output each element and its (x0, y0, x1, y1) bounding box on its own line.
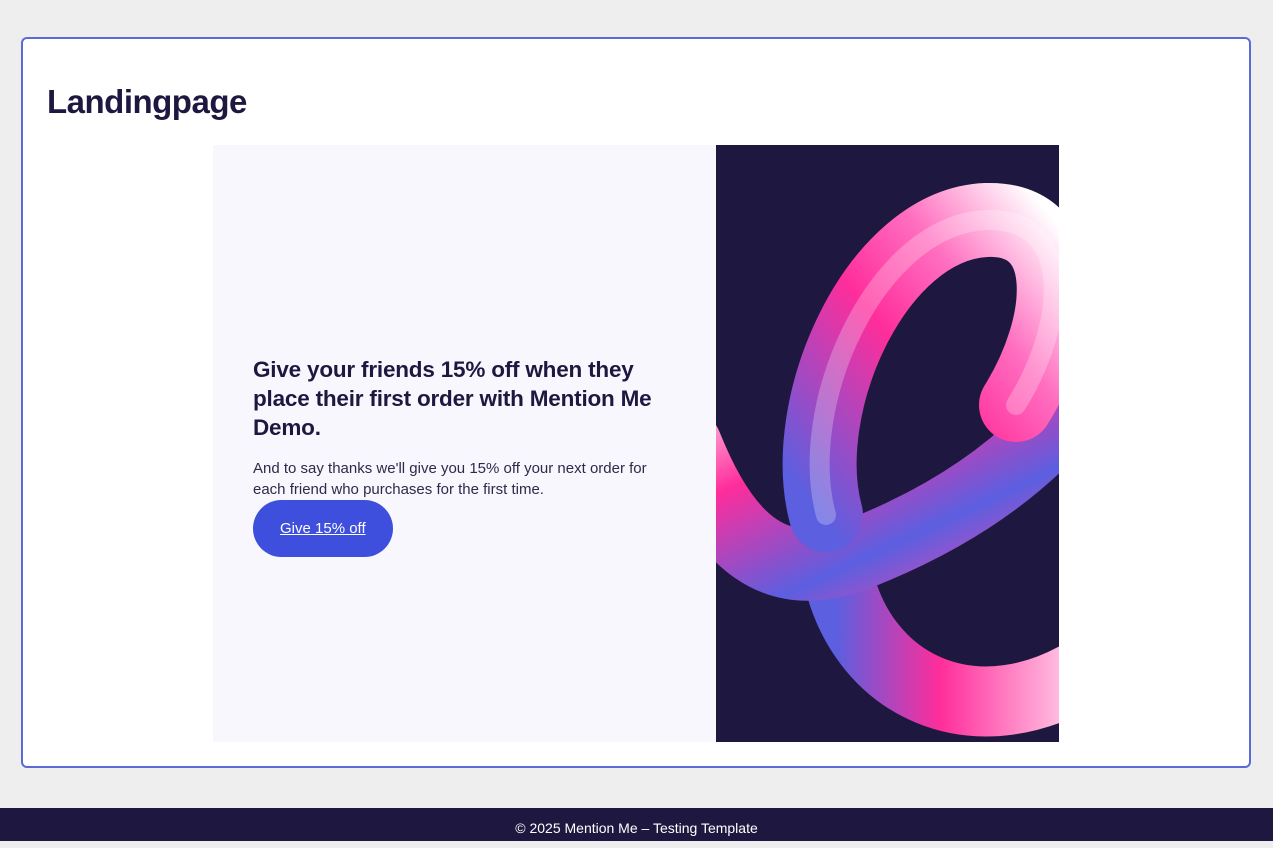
give-discount-button[interactable]: Give 15% off (253, 500, 393, 557)
page-footer: © 2025 Mention Me – Testing Template (0, 808, 1273, 841)
banner-content: Give your friends 15% off when they plac… (253, 355, 678, 557)
banner-text-panel: Give your friends 15% off when they plac… (213, 145, 716, 742)
template-frame: Landingpage Give your friends 15% off wh… (21, 37, 1251, 768)
page-title: Landingpage (47, 83, 247, 120)
banner-body: And to say thanks we'll give you 15% off… (253, 460, 647, 498)
banner-headline: Give your friends 15% off when they plac… (253, 357, 652, 440)
ribbon-loop-illustration (716, 183, 1059, 737)
referral-banner: Give your friends 15% off when they plac… (213, 145, 1059, 742)
banner-artwork (716, 145, 1059, 742)
